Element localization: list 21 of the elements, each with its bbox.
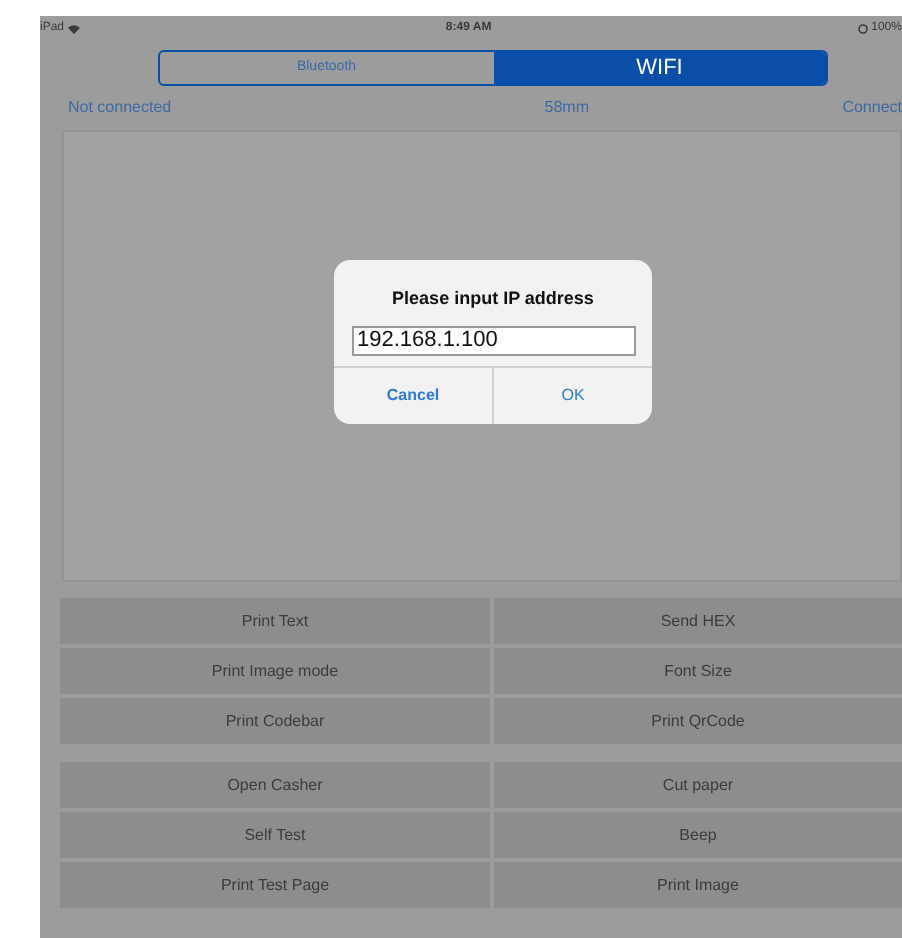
cancel-button[interactable]: Cancel [334, 367, 494, 424]
ip-address-field[interactable]: 192.168.1.100 [351, 325, 635, 355]
command-button[interactable]: Open Casher [60, 762, 490, 808]
dialog-title: Please input IP address [392, 286, 594, 312]
command-button[interactable]: Print QrCode [494, 698, 902, 744]
command-button[interactable]: Print Image [494, 862, 902, 908]
command-button[interactable]: Print Text [60, 598, 490, 644]
connection-status: Not connected [68, 96, 172, 120]
wifi-icon [68, 23, 81, 33]
command-button[interactable]: Cut paper [494, 762, 902, 808]
command-button[interactable]: Beep [494, 812, 902, 858]
command-button[interactable]: Print Test Page [60, 862, 490, 908]
ok-button[interactable]: OK [494, 367, 652, 424]
command-button[interactable]: Self Test [60, 812, 490, 858]
tab[interactable]: WIFI [493, 52, 826, 84]
command-button[interactable]: Send HEX [494, 598, 902, 644]
paper-width-text: 58mm [544, 96, 590, 120]
connect-link[interactable]: Connect [842, 96, 902, 120]
command-button[interactable]: Font Size [494, 648, 902, 694]
command-button[interactable]: Print Codebar [60, 698, 490, 744]
command-button[interactable]: Print Image mode [60, 648, 490, 694]
